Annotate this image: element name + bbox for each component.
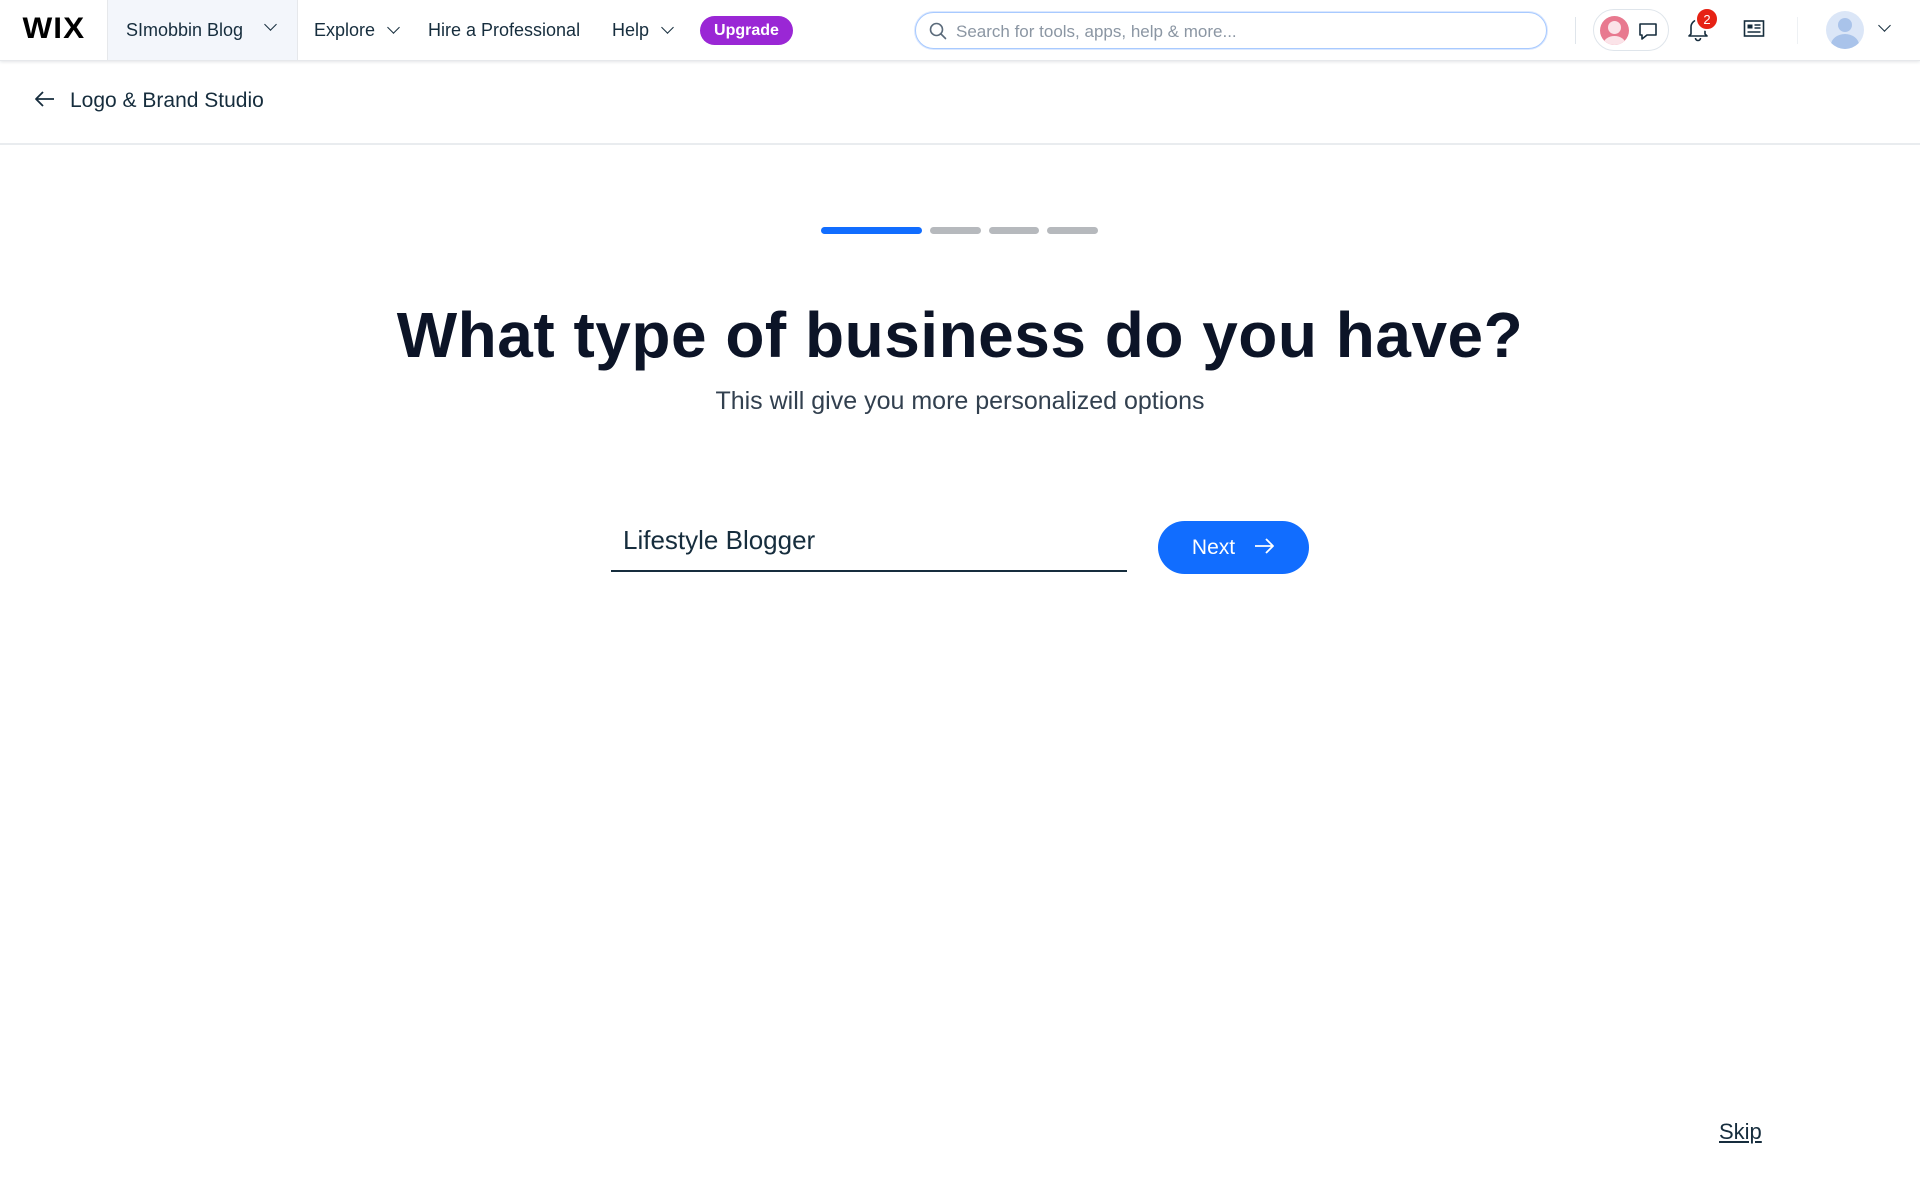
top-bar: WIX SImobbin Blog Explore Hire a Profess… — [0, 0, 1920, 61]
search-icon — [928, 21, 948, 46]
progress-step-2 — [930, 227, 981, 234]
nav-help[interactable]: Help — [612, 0, 674, 60]
divider — [1575, 17, 1576, 44]
progress-step-4 — [1047, 227, 1098, 234]
account-menu[interactable] — [1826, 11, 1896, 49]
site-name: SImobbin Blog — [126, 19, 244, 40]
chevron-down-icon — [661, 21, 674, 34]
chevron-down-icon — [264, 18, 277, 31]
user-avatar — [1826, 11, 1864, 49]
nav-explore-label: Explore — [314, 19, 376, 40]
nav-hire-label: Hire a Professional — [428, 19, 581, 40]
page-subtitle: This will give you more personalized opt… — [715, 387, 1205, 415]
wix-logo[interactable]: WIX — [23, 12, 86, 46]
arrow-right-icon — [1253, 537, 1275, 558]
progress-step-3 — [989, 227, 1039, 234]
agent-avatar — [1600, 16, 1629, 45]
upgrade-button[interactable]: Upgrade — [700, 16, 793, 45]
search-input[interactable] — [954, 13, 1538, 50]
business-type-input[interactable] — [611, 510, 1127, 572]
nav-explore[interactable]: Explore — [314, 0, 400, 60]
skip-link[interactable]: Skip — [1719, 1119, 1762, 1145]
divider — [1797, 17, 1798, 44]
chevron-down-icon — [387, 21, 400, 34]
page-title: What type of business do you have? — [396, 299, 1524, 371]
search-bar[interactable] — [915, 12, 1547, 50]
arrow-left-icon — [34, 90, 56, 113]
chat-button[interactable] — [1593, 9, 1669, 51]
back-button[interactable]: Logo & Brand Studio — [34, 89, 264, 113]
chat-icon — [1637, 20, 1659, 47]
site-selector[interactable]: SImobbin Blog — [107, 0, 298, 60]
next-button[interactable]: Next — [1158, 521, 1309, 574]
chevron-down-icon — [1878, 19, 1891, 32]
notification-badge: 2 — [1695, 7, 1719, 31]
nav-help-label: Help — [612, 19, 650, 40]
progress-step-1 — [821, 227, 922, 234]
back-title: Logo & Brand Studio — [70, 89, 264, 112]
next-button-label: Next — [1191, 535, 1236, 559]
nav-hire-professional[interactable]: Hire a Professional — [428, 0, 580, 60]
newsfeed-icon[interactable] — [1743, 18, 1765, 45]
sub-header: Logo & Brand Studio — [0, 61, 1920, 145]
